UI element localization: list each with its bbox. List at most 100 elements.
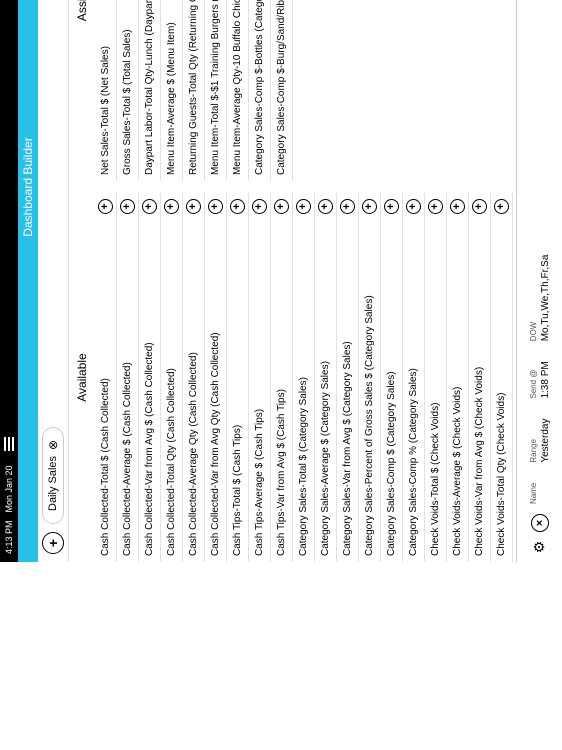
metric-label: Cash Tips-Var from Avg $ (Cash Tips): [276, 220, 287, 556]
metric-label: Category Sales-Total $ (Category Sales): [298, 220, 309, 556]
add-icon[interactable]: +: [384, 199, 399, 214]
metric-label: Gross Sales-Total $ (Total Sales): [122, 0, 133, 175]
footer-bar: ⚙ × Name Range Yesterday Send @ 1:38 PM …: [516, 0, 562, 562]
menu-icon[interactable]: [4, 437, 14, 451]
name-value[interactable]: [540, 501, 551, 504]
assigned-row: Menu Item-Total $-$1 Training Burgers (M…: [205, 0, 227, 181]
available-row: Cash Tips-Total $ (Cash Tips) +: [227, 193, 249, 562]
available-row: Check Voids-Total $ (Check Voids) +: [425, 193, 447, 562]
metric-label: Check Voids-Total $ (Check Voids): [430, 220, 441, 556]
metric-label: Daypart Labor-Total Qty-Lunch (Daypart L…: [144, 0, 155, 175]
metric-label: Returning Guests-Total Qty (Returning Gu…: [188, 0, 199, 175]
metric-label: Cash Collected-Average Qty (Cash Collect…: [188, 220, 199, 556]
available-row: Check Voids-Var from Avg $ (Check Voids)…: [469, 193, 491, 562]
assigned-row: Gross Sales-Total $ (Total Sales)‹›−: [117, 0, 139, 181]
metric-label: Cash Collected-Var from Avg Qty (Cash Co…: [210, 220, 221, 556]
range-value[interactable]: Yesterday: [540, 419, 551, 463]
assigned-row: Category Sales-Comp $-Bottles (Category …: [249, 0, 271, 181]
add-icon[interactable]: +: [450, 199, 465, 214]
tab-daily-sales[interactable]: Daily Sales ⊗: [42, 427, 64, 524]
add-icon[interactable]: +: [318, 199, 333, 214]
add-icon[interactable]: +: [362, 199, 377, 214]
metric-label: Menu Item-Average $ (Menu Item): [166, 0, 177, 175]
available-row: Cash Collected-Var from Avg $ (Cash Coll…: [139, 193, 161, 562]
metric-label: Menu Item-Total $-$1 Training Burgers (M…: [210, 0, 221, 175]
add-icon[interactable]: +: [120, 199, 135, 214]
add-icon[interactable]: +: [142, 199, 157, 214]
dow-label: DOW: [529, 322, 538, 342]
add-tab-button[interactable]: +: [42, 532, 64, 554]
available-row: Category Sales-Var from Avg $ (Category …: [337, 193, 359, 562]
assigned-row: Daypart Labor-Total Qty-Lunch (Daypart L…: [139, 0, 161, 181]
metric-label: Cash Collected-Total Qty (Cash Collected…: [166, 220, 177, 556]
add-icon[interactable]: +: [296, 199, 311, 214]
assigned-row: Menu Item-Average $ (Menu Item)‹›−: [161, 0, 183, 181]
metric-label: Cash Collected-Total $ (Cash Collected): [100, 220, 111, 556]
available-row: Cash Tips-Average $ (Cash Tips) +: [249, 193, 271, 562]
add-icon[interactable]: +: [406, 199, 421, 214]
add-icon[interactable]: +: [230, 199, 245, 214]
available-header: Available: [69, 193, 95, 562]
metric-label: Check Voids-Total Qty (Check Voids): [496, 220, 507, 556]
available-row: Category Sales-Comp % (Category Sales) +: [403, 193, 425, 562]
add-icon[interactable]: +: [428, 199, 443, 214]
send-label: Send @: [529, 370, 538, 399]
metric-label: Category Sales-Percent of Gross Sales $ …: [364, 220, 375, 556]
assigned-row: Net Sales-Total $ (Net Sales)‹›−: [95, 0, 117, 181]
available-row: Category Sales-Comp $ (Category Sales) +: [381, 193, 403, 562]
metric-label: Category Sales-Comp $-Burg/Sand/Ribs (Ca…: [276, 0, 287, 175]
metric-label: Category Sales-Comp $-Bottles (Category …: [254, 0, 265, 175]
available-row: Category Sales-Average $ (Category Sales…: [315, 193, 337, 562]
add-icon[interactable]: +: [164, 199, 179, 214]
available-list: Cash Collected-Total $ (Cash Collected) +…: [95, 193, 516, 562]
metric-label: Category Sales-Average $ (Category Sales…: [320, 220, 331, 556]
delete-icon[interactable]: ×: [531, 514, 549, 532]
status-time: 4:13 PM: [4, 520, 14, 554]
metric-label: Cash Collected-Average $ (Cash Collected…: [122, 220, 133, 556]
assigned-row: Category Sales-Comp $-Burg/Sand/Ribs (Ca…: [271, 0, 293, 181]
add-icon[interactable]: +: [472, 199, 487, 214]
available-row: Cash Collected-Average $ (Cash Collected…: [117, 193, 139, 562]
close-tab-icon[interactable]: ⊗: [46, 440, 60, 450]
metric-label: Net Sales-Total $ (Net Sales): [100, 0, 111, 175]
add-icon[interactable]: +: [494, 199, 509, 214]
status-bar: 4:13 PM Mon Jan 20 58%: [0, 0, 18, 562]
metric-label: Menu Item-Average Qty-10 Buffalo Chicken…: [232, 0, 243, 175]
metric-label: Check Voids-Var from Avg $ (Check Voids): [474, 220, 485, 556]
available-row: Cash Tips-Var from Avg $ (Cash Tips) +: [271, 193, 293, 562]
add-icon[interactable]: +: [208, 199, 223, 214]
assigned-row: Menu Item-Average Qty-10 Buffalo Chicken…: [227, 0, 249, 181]
gear-icon[interactable]: ⚙: [531, 538, 549, 556]
page-title: Dashboard Builder: [18, 0, 38, 562]
name-label: Name: [529, 483, 538, 504]
assigned-row: Returning Guests-Total Qty (Returning Gu…: [183, 0, 205, 181]
dow-value[interactable]: Mo,Tu,We,Th,Fr,Sa: [540, 255, 551, 342]
available-row: Cash Collected-Total $ (Cash Collected) +: [95, 193, 117, 562]
metric-label: Category Sales-Comp $ (Category Sales): [386, 220, 397, 556]
available-row: Check Voids-Total Qty (Check Voids) +: [491, 193, 513, 562]
metric-label: Cash Tips-Total $ (Cash Tips): [232, 220, 243, 556]
add-icon[interactable]: +: [340, 199, 355, 214]
range-label: Range: [529, 439, 538, 463]
metric-label: Cash Collected-Var from Avg $ (Cash Coll…: [144, 220, 155, 556]
tab-label: Daily Sales: [47, 456, 59, 511]
add-icon[interactable]: +: [252, 199, 267, 214]
available-row: Cash Collected-Var from Avg Qty (Cash Co…: [205, 193, 227, 562]
add-icon[interactable]: +: [274, 199, 289, 214]
available-row: Category Sales-Total $ (Category Sales) +: [293, 193, 315, 562]
assigned-list: Net Sales-Total $ (Net Sales)‹›−Gross Sa…: [95, 0, 516, 181]
status-date: Mon Jan 20: [4, 465, 14, 512]
add-icon[interactable]: +: [186, 199, 201, 214]
metric-label: Category Sales-Var from Avg $ (Category …: [342, 220, 353, 556]
metric-label: Cash Tips-Average $ (Cash Tips): [254, 220, 265, 556]
assigned-header: Assigned: [69, 0, 95, 181]
metric-label: Category Sales-Comp % (Category Sales): [408, 220, 419, 556]
tabs-row: + Daily Sales ⊗: [38, 0, 69, 562]
send-value[interactable]: 1:38 PM: [540, 361, 551, 398]
metric-label: Check Voids-Average $ (Check Voids): [452, 220, 463, 556]
available-row: Cash Collected-Average Qty (Cash Collect…: [183, 193, 205, 562]
available-row: Check Voids-Average $ (Check Voids) +: [447, 193, 469, 562]
available-row: Category Sales-Percent of Gross Sales $ …: [359, 193, 381, 562]
available-row: Cash Collected-Total Qty (Cash Collected…: [161, 193, 183, 562]
add-icon[interactable]: +: [98, 199, 113, 214]
